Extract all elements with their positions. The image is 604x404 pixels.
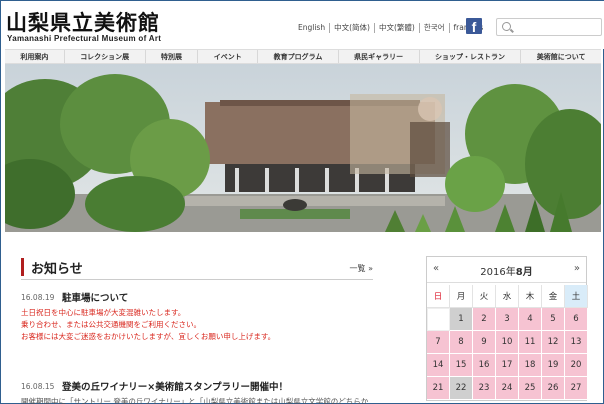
news-title: お知らせ [31,262,83,277]
calendar-day[interactable]: 17 [496,354,519,377]
news-body-line: 乗り合わせ、または公共交通機関をご利用ください。 [21,320,201,329]
news-more-label: 一覧 [349,264,366,273]
calendar-day[interactable]: 25 [519,377,542,400]
nav-item-education[interactable]: 教育プログラム [258,50,339,63]
calendar-weekday: 火 [473,285,496,308]
news-body-line: 開催期間中に「サントリー 登美の丘ワイナリー」と「山梨県立美術館または山梨県立文… [21,397,369,404]
calendar-month-title: 2016年8月 [427,263,586,278]
calendar-day[interactable]: 6 [565,308,588,331]
news-item-body: 開催期間中に「サントリー 登美の丘ワイナリー」と「山梨県立美術館または山梨県立文… [21,396,373,404]
calendar-day[interactable]: 1 [450,308,473,331]
hero-image[interactable] [5,64,601,232]
calendar-day[interactable]: 11 [519,331,542,354]
nav-item-collection[interactable]: コレクション展 [65,50,146,63]
calendar-day[interactable]: 19 [542,354,565,377]
news-section: お知らせ 一覧 » 16.08.19 駐車場について 土日祝日を中心に駐車場が大… [21,256,373,404]
calendar-weekday: 月 [450,285,473,308]
news-body-line: 土日祝日を中心に駐車場が大変混雑いたします。 [21,308,186,317]
main-nav: 利用案内 コレクション展 特別展 イベント 教育プログラム 県民ギャラリー ショ… [5,49,601,64]
news-more-link[interactable]: 一覧 » [350,263,373,274]
event-calendar: « 2016年8月 » 日月火水木金土 1 2 3 4 5 6 7 8 9 10 11 12 13 14 15… [426,256,588,401]
calendar-weekday: 水 [496,285,519,308]
facebook-icon[interactable]: f [466,18,482,35]
nav-item-special-exhibition[interactable]: 特別展 [146,50,199,63]
calendar-day[interactable]: 13 [565,331,588,354]
calendar-grid: 日月火水木金土 1 2 3 4 5 6 7 8 9 10 11 12 13 14 15 16 17 18 19 20 21… [427,285,588,400]
news-header: お知らせ 一覧 » [21,256,373,280]
calendar-weekday: 金 [542,285,565,308]
site-logo[interactable]: 山梨県立美術館 [6,7,160,37]
calendar-weekday: 木 [519,285,542,308]
calendar-day[interactable]: 23 [473,377,496,400]
lang-chinese-simplified-link[interactable]: 中文(简体) [329,23,374,33]
site-logo-english: Yamanashi Prefectural Museum of Art [7,34,162,43]
calendar-next-button[interactable]: » [574,263,580,274]
calendar-weekday: 日 [427,285,450,308]
calendar-day[interactable]: 12 [542,331,565,354]
calendar-day[interactable]: 21 [427,377,450,400]
news-item-title[interactable]: 登美の丘ワイナリー×美術館スタンプラリー開催中！ [62,379,288,393]
calendar-day[interactable]: 14 [427,354,450,377]
news-date: 16.08.15 [21,382,55,391]
lang-korean-link[interactable]: 한국어 [418,23,449,33]
calendar-day[interactable]: 27 [565,377,588,400]
calendar-day[interactable]: 22 [450,377,473,400]
calendar-month: 8月 [515,267,533,278]
site-header: 山梨県立美術館 Yamanashi Prefectural Museum of … [1,1,604,49]
news-body-line: お客様には大変ご迷惑をおかけいたしますが、宜しくお願い申し上げます。 [21,332,276,341]
search-input[interactable] [515,21,599,33]
search-box[interactable] [496,18,602,36]
news-item-body: 土日祝日を中心に駐車場が大変混雑いたします。 乗り合わせ、または公共交通機関をご… [21,307,373,343]
language-switcher: English 中文(简体) 中文(繁體) 한국어 français [298,23,487,33]
calendar-day[interactable]: 15 [450,354,473,377]
calendar-weekday: 土 [565,285,588,308]
calendar-day[interactable]: 9 [473,331,496,354]
calendar-day[interactable]: 8 [450,331,473,354]
news-accent-bar [21,258,24,276]
calendar-day[interactable]: 4 [519,308,542,331]
news-item-title[interactable]: 駐車場について [62,290,128,304]
calendar-day[interactable]: 3 [496,308,519,331]
nav-item-gallery[interactable]: 県民ギャラリー [339,50,420,63]
news-date: 16.08.19 [21,293,55,302]
museum-photo [5,64,601,232]
calendar-day[interactable]: 24 [496,377,519,400]
calendar-day[interactable]: 20 [565,354,588,377]
calendar-day[interactable]: 10 [496,331,519,354]
calendar-day[interactable]: 5 [542,308,565,331]
search-icon[interactable] [502,22,511,31]
lang-chinese-traditional-link[interactable]: 中文(繁體) [373,23,419,33]
nav-item-guide[interactable]: 利用案内 [5,50,65,63]
nav-item-about[interactable]: 美術館について [521,50,601,63]
calendar-day[interactable]: 16 [473,354,496,377]
calendar-header: « 2016年8月 » [427,257,586,283]
nav-item-shop-restaurant[interactable]: ショップ・レストラン [420,50,522,63]
calendar-day[interactable]: 18 [519,354,542,377]
double-chevron-right-icon: » [368,264,373,273]
lang-english-link[interactable]: English [298,23,329,33]
calendar-day[interactable]: 26 [542,377,565,400]
calendar-day[interactable]: 7 [427,331,450,354]
calendar-year: 2016年 [480,267,516,278]
calendar-empty-cell [427,308,450,331]
nav-item-events[interactable]: イベント [198,50,259,63]
calendar-day[interactable]: 2 [473,308,496,331]
